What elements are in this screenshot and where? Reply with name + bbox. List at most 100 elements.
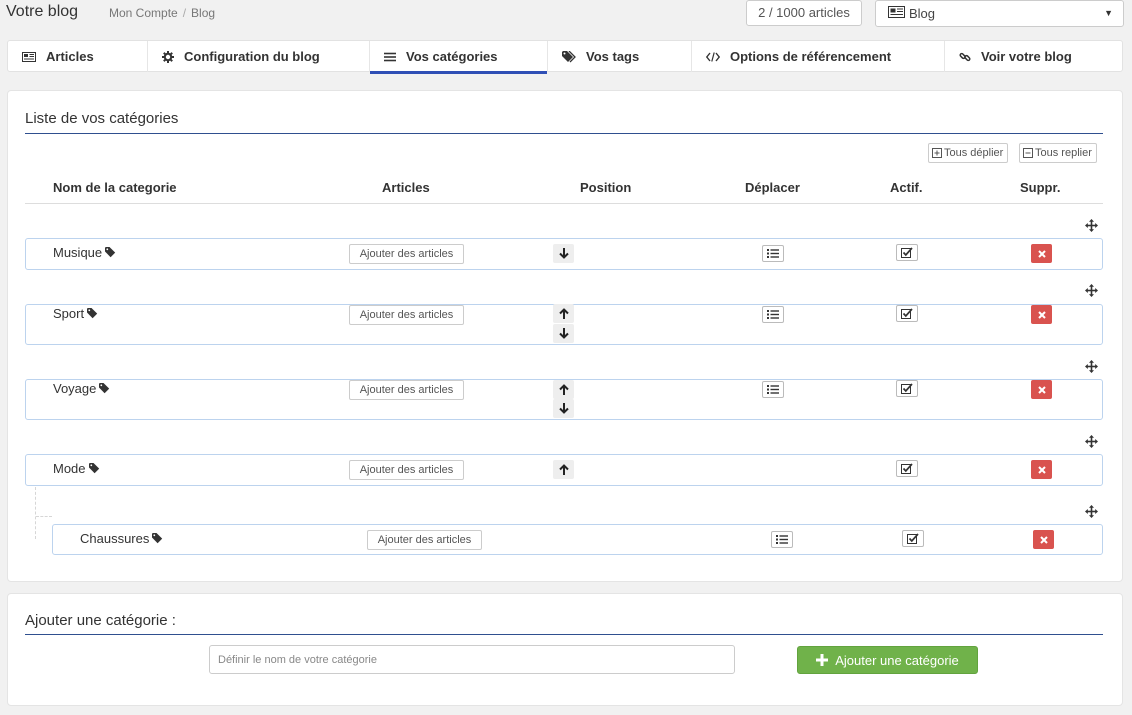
move-down-button[interactable]: [553, 399, 574, 418]
move-category-button[interactable]: [762, 381, 784, 398]
category-name: Sport: [53, 306, 98, 321]
move-category-button[interactable]: [762, 306, 784, 323]
move-handle-icon[interactable]: [1084, 504, 1098, 518]
tab-configuration-label: Configuration du blog: [184, 49, 320, 64]
expand-all-label: Tous déplier: [944, 147, 1004, 159]
article-count-badge: 2 / 1000 articles: [746, 0, 862, 26]
tag-icon: [152, 533, 163, 544]
add-articles-button[interactable]: Ajouter des articles: [367, 530, 482, 550]
arrow-down-icon: [558, 248, 569, 259]
tag-icon: [88, 463, 100, 474]
breadcrumb: Mon Compte / Blog: [109, 6, 216, 20]
column-header-deplacer: Déplacer: [745, 180, 800, 195]
move-handle-icon[interactable]: [1084, 283, 1098, 297]
arrow-down-icon: [558, 328, 569, 339]
tags-icon: [562, 50, 576, 63]
move-up-button[interactable]: [553, 460, 574, 479]
check-square-icon: [907, 533, 919, 544]
category-name: Musique: [53, 245, 116, 260]
delete-button[interactable]: [1031, 305, 1052, 324]
active-toggle-button[interactable]: [896, 460, 918, 477]
check-square-icon: [901, 247, 913, 258]
active-toggle-button[interactable]: [896, 305, 918, 322]
arrow-up-icon: [558, 464, 569, 475]
delete-button[interactable]: [1031, 380, 1052, 399]
breadcrumb-mon-compte[interactable]: Mon Compte: [109, 6, 178, 20]
active-toggle-button[interactable]: [896, 244, 918, 261]
check-square-icon: [901, 383, 913, 394]
list-ul-icon: [767, 310, 779, 319]
check-square-icon: [901, 463, 913, 474]
add-category-button[interactable]: Ajouter une catégorie: [797, 646, 978, 674]
move-handle-icon[interactable]: [1084, 434, 1098, 448]
category-name-text: Voyage: [53, 381, 97, 396]
panel-divider: [25, 133, 1103, 134]
add-articles-button[interactable]: Ajouter des articles: [349, 244, 464, 264]
tree-connector: [35, 487, 36, 539]
blog-select[interactable]: Blog ▼: [875, 0, 1124, 27]
newspaper-icon: [888, 1, 905, 26]
collapse-all-button[interactable]: Tous replier: [1019, 143, 1097, 163]
category-name: Mode: [53, 461, 100, 476]
tab-voir-blog-label: Voir votre blog: [981, 49, 1072, 64]
tag-icon: [87, 308, 98, 319]
category-name-input[interactable]: [209, 645, 735, 674]
column-header-actif: Actif.: [890, 180, 923, 195]
page-title: Votre blog: [6, 3, 79, 20]
arrow-up-icon: [558, 308, 569, 319]
category-row-child: [52, 524, 1103, 555]
category-name: Chaussures: [80, 531, 163, 546]
move-handle-icon[interactable]: [1084, 218, 1098, 232]
check-square-icon: [901, 308, 913, 319]
category-name-text: Musique: [53, 245, 103, 260]
close-icon: [1037, 465, 1046, 474]
move-down-button[interactable]: [553, 244, 574, 263]
tab-categories-label: Vos catégories: [406, 49, 498, 64]
tab-configuration[interactable]: Configuration du blog: [148, 41, 370, 72]
collapse-all-label: Tous replier: [1035, 147, 1092, 159]
delete-button[interactable]: [1033, 530, 1054, 549]
list-ul-icon: [776, 535, 788, 544]
active-toggle-button[interactable]: [896, 380, 918, 397]
add-articles-button[interactable]: Ajouter des articles: [349, 460, 464, 480]
tab-tags-label: Vos tags: [586, 49, 640, 64]
move-category-button[interactable]: [771, 531, 793, 548]
minus-square-icon: [1023, 148, 1033, 158]
delete-button[interactable]: [1031, 460, 1052, 479]
add-articles-button[interactable]: Ajouter des articles: [349, 380, 464, 400]
tab-referencement[interactable]: Options de référencement: [692, 41, 945, 72]
tab-categories[interactable]: Vos catégories: [370, 41, 548, 74]
column-header-name: Nom de la categorie: [53, 180, 177, 195]
column-header-suppr: Suppr.: [1020, 180, 1061, 195]
expand-all-button[interactable]: Tous déplier: [928, 143, 1009, 163]
caret-down-icon: ▼: [1104, 8, 1113, 18]
list-icon: [384, 52, 396, 62]
code-icon: [706, 51, 720, 62]
add-articles-button[interactable]: Ajouter des articles: [349, 305, 464, 325]
plus-square-icon: [932, 148, 942, 158]
tab-articles-label: Articles: [46, 49, 94, 64]
move-up-button[interactable]: [553, 380, 574, 399]
list-ul-icon: [767, 385, 779, 394]
tab-bar: Articles Configuration du blog Vos catég…: [7, 40, 1123, 74]
link-icon: [959, 51, 971, 63]
tab-articles[interactable]: Articles: [8, 41, 148, 72]
column-header-articles: Articles: [382, 180, 430, 195]
move-category-button[interactable]: [762, 245, 784, 262]
tab-tags[interactable]: Vos tags: [548, 41, 692, 72]
move-down-button[interactable]: [553, 324, 574, 343]
close-icon: [1037, 310, 1046, 319]
category-name-text: Chaussures: [80, 531, 150, 546]
move-up-button[interactable]: [553, 304, 574, 323]
delete-button[interactable]: [1031, 244, 1052, 263]
arrow-up-icon: [558, 384, 569, 395]
move-handle-icon[interactable]: [1084, 359, 1098, 373]
categories-panel-title: Liste de vos catégories: [25, 110, 179, 127]
add-category-title: Ajouter une catégorie :: [25, 612, 176, 629]
breadcrumb-blog[interactable]: Blog: [191, 6, 215, 20]
tab-voir-blog[interactable]: Voir votre blog: [945, 41, 1122, 72]
newspaper-icon: [22, 51, 36, 62]
column-header-position: Position: [580, 180, 632, 195]
active-toggle-button[interactable]: [902, 530, 924, 547]
add-category-button-label: Ajouter une catégorie: [835, 652, 959, 668]
